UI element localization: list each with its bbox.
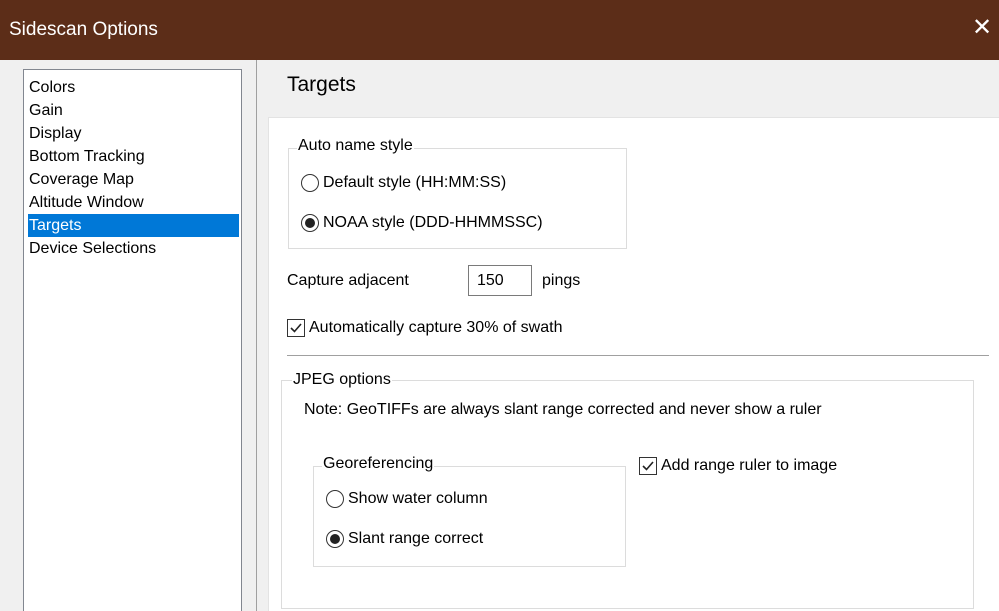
title-bar: Sidescan Options ✕ bbox=[0, 0, 999, 60]
pane-divider bbox=[256, 60, 257, 611]
noaa-style-radio[interactable]: NOAA style (DDD-HHMMSSC) bbox=[301, 214, 543, 232]
nav-item-altitude-window[interactable]: Altitude Window bbox=[28, 191, 239, 214]
add-range-ruler-checkbox[interactable]: Add range ruler to image bbox=[639, 457, 837, 475]
auto-name-style-label: Auto name style bbox=[297, 137, 414, 155]
auto-name-style-group bbox=[288, 148, 627, 249]
radio-checked-icon bbox=[301, 214, 319, 232]
nav-item-display[interactable]: Display bbox=[28, 122, 239, 145]
radio-unchecked-icon bbox=[326, 490, 344, 508]
geotiff-note: Note: GeoTIFFs are always slant range co… bbox=[304, 401, 822, 418]
pings-unit-label: pings bbox=[542, 272, 581, 289]
auto-capture-checkbox[interactable]: Automatically capture 30% of swath bbox=[287, 319, 562, 337]
checkbox-checked-icon bbox=[639, 457, 657, 475]
close-icon[interactable]: ✕ bbox=[968, 14, 996, 42]
targets-settings-panel: Auto name style Default style (HH:MM:SS)… bbox=[268, 117, 999, 611]
default-style-label: Default style (HH:MM:SS) bbox=[323, 174, 507, 191]
show-water-column-radio[interactable]: Show water column bbox=[326, 490, 488, 508]
radio-unchecked-icon bbox=[301, 174, 319, 192]
page-title: Targets bbox=[287, 73, 356, 96]
checkbox-checked-icon bbox=[287, 319, 305, 337]
nav-item-colors[interactable]: Colors bbox=[28, 76, 239, 99]
show-water-column-label: Show water column bbox=[348, 490, 488, 507]
add-range-ruler-label: Add range ruler to image bbox=[661, 457, 838, 474]
auto-capture-label: Automatically capture 30% of swath bbox=[309, 319, 563, 336]
nav-item-device-selections[interactable]: Device Selections bbox=[28, 237, 239, 260]
nav-item-bottom-tracking[interactable]: Bottom Tracking bbox=[28, 145, 239, 168]
nav-item-coverage-map[interactable]: Coverage Map bbox=[28, 168, 239, 191]
noaa-style-label: NOAA style (DDD-HHMMSSC) bbox=[323, 214, 543, 231]
jpeg-options-label: JPEG options bbox=[292, 371, 392, 389]
radio-checked-icon bbox=[326, 530, 344, 548]
slant-range-correct-radio[interactable]: Slant range correct bbox=[326, 530, 483, 548]
capture-adjacent-label: Capture adjacent bbox=[287, 272, 409, 289]
georeferencing-label: Georeferencing bbox=[322, 455, 435, 473]
nav-item-targets[interactable]: Targets bbox=[28, 214, 239, 237]
capture-adjacent-input[interactable] bbox=[468, 265, 532, 296]
nav-item-gain[interactable]: Gain bbox=[28, 99, 239, 122]
window-title: Sidescan Options bbox=[9, 19, 158, 40]
georeferencing-group bbox=[313, 466, 626, 567]
slant-range-correct-label: Slant range correct bbox=[348, 530, 484, 547]
options-category-list[interactable]: Colors Gain Display Bottom Tracking Cove… bbox=[23, 69, 242, 611]
section-divider bbox=[287, 355, 989, 356]
default-style-radio[interactable]: Default style (HH:MM:SS) bbox=[301, 174, 506, 192]
